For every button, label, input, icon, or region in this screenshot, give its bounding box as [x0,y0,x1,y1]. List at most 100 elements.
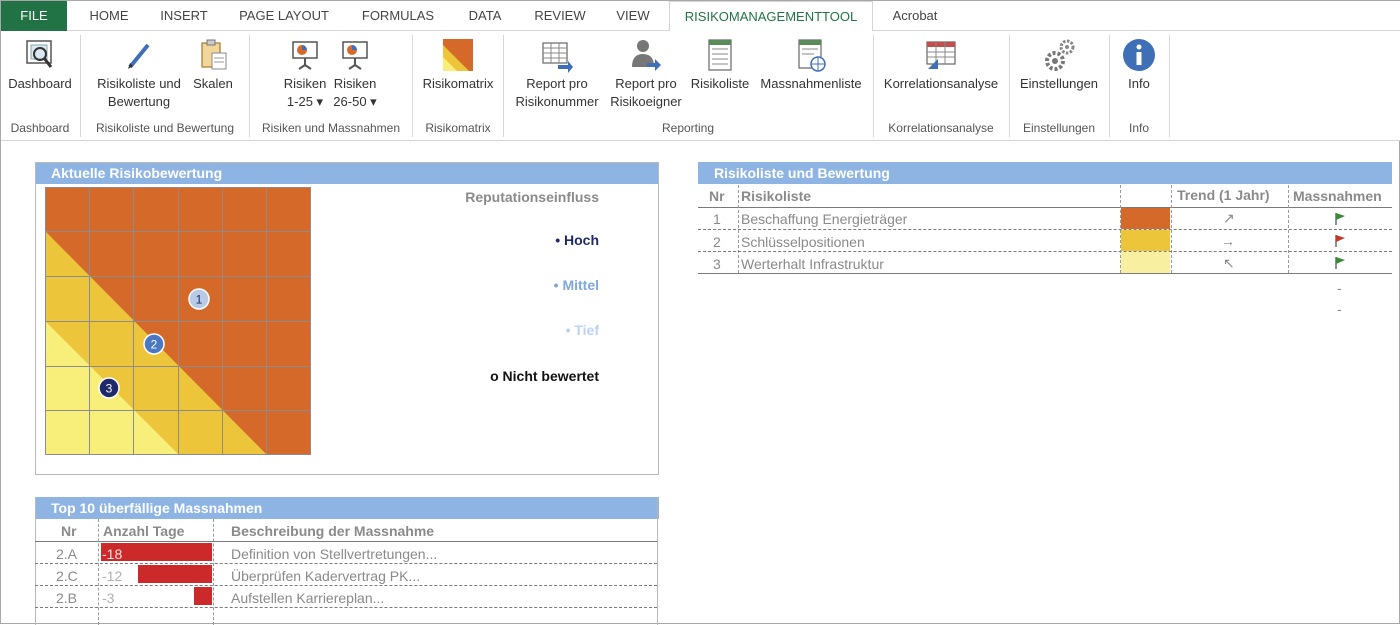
risk-marker-1-label: 1 [196,293,203,307]
overdue-row-2-nr: 2.C [56,568,78,584]
risiken-26-50-button[interactable]: Risiken 26-50 ▾ [329,37,381,111]
risikoliste-bewertung-label-2: Bewertung [107,94,171,109]
risk-row-1-trend-arrow: ↗ [1223,210,1235,226]
group-separator [1169,35,1170,137]
report-risikoeigner-button[interactable]: Report pro Risikoeigner [605,37,687,111]
row-divider [35,585,657,586]
report-risikonummer-label-1: Report pro [526,76,588,91]
risk-list-bottom-rule [698,273,1392,274]
risikoliste-bewertung-button[interactable]: Risikoliste und Bewertung [89,37,189,111]
overdue-header-rule [35,541,657,542]
risk-marker-2[interactable]: 2 [143,333,165,355]
tab-risikomanagementtool[interactable]: RISIKOMANAGEMENTTOOL [669,1,873,32]
einstellungen-label: Einstellungen [1019,76,1099,91]
risk-row-2-name[interactable]: Schlüsselpositionen [741,234,865,250]
globe-document-icon [798,39,826,72]
overdue-row-1-desc[interactable]: Definition von Stellvertretungen... [231,546,437,562]
risk-row-1-rating-cell [1121,208,1170,229]
risk-marker-1[interactable]: 1 [188,288,210,310]
group-label-dashboard: Dashboard [10,121,70,135]
group-separator [412,35,413,137]
legend-nicht-bewertet: o Nicht bewertet [490,368,599,384]
risikoliste-bewertung-label-1: Risikoliste und [97,76,181,91]
tab-view[interactable]: VIEW [605,1,661,31]
overdue-panel-right-border [657,497,658,625]
tab-home[interactable]: HOME [77,1,141,31]
korrelationsanalyse-button[interactable]: Korrelationsanalyse [877,37,1005,93]
risk-list-header-trend: Trend (1 Jahr) [1177,187,1270,203]
overdue-row-2-days: -12 [102,568,123,584]
row-divider [35,607,657,608]
risikoliste-button[interactable]: Risikoliste [687,37,753,93]
info-label: Info [1128,76,1150,91]
report-risikoeigner-label-2: Risikoeigner [610,94,682,109]
excel-window: FILE HOME INSERT PAGE LAYOUT FORMULAS DA… [0,0,1400,625]
risk-row-1-name[interactable]: Beschaffung Energieträger [741,211,907,227]
column-divider [213,519,214,625]
overdue-row-3-days: -3 [102,590,115,606]
legend-title: Reputationseinfluss [465,189,599,205]
group-separator [873,35,874,137]
risiken-1-25-button[interactable]: Risiken 1-25 ▾ [279,37,331,111]
risk-row-2-rating-cell [1121,230,1170,251]
pencil-icon [128,43,150,69]
report-risikoeigner-label-1: Report pro [615,76,677,91]
column-divider [98,519,99,625]
skalen-button[interactable]: Skalen [187,37,239,93]
group-separator [503,35,504,137]
risk-list-header-nr: Nr [709,188,725,204]
overdue-row-3-desc[interactable]: Aufstellen Karriereplan... [231,590,384,606]
info-button[interactable]: Info [1115,37,1163,93]
risiken-1-25-label-1: Risiken [283,76,327,91]
overdue-row-2-bar [138,565,212,583]
legend-hoch: • Hoch [555,232,599,248]
risikomatrix-button[interactable]: Risikomatrix [417,37,499,93]
risk-matrix: 1 2 3 [45,187,311,455]
report-risikonummer-button[interactable]: Report pro Risikonummer [509,37,605,111]
row-divider [698,229,1392,230]
group-label-risikoliste: Risikoliste und Bewertung [95,121,235,135]
risk-row-2-trend-arrow: → [1221,233,1235,249]
person-arrow-icon [632,40,661,71]
presentation-chart-icon [292,41,318,70]
green-flag-icon [1335,213,1345,225]
gears-icon [1045,39,1075,71]
risk-marker-3[interactable]: 3 [98,377,120,399]
overdue-header-days: Anzahl Tage [103,523,185,539]
risk-marker-2-label: 2 [151,338,158,352]
dashboard-button[interactable]: Dashboard [3,37,77,93]
tab-insert[interactable]: INSERT [151,1,217,31]
group-separator [1109,35,1110,137]
overdue-panel-title: Top 10 überfällige Massnahmen [35,497,659,519]
risk-row-3-name[interactable]: Werterhalt Infrastruktur [741,256,884,272]
group-label-risikomatrix: Risikomatrix [425,121,491,135]
risk-row-1-nr: 1 [713,211,721,227]
legend-mittel: • Mittel [553,277,599,293]
red-flag-icon [1335,235,1345,247]
tab-data[interactable]: DATA [457,1,513,31]
overdue-row-1-nr: 2.A [56,546,78,562]
group-label-info: Info [1128,121,1149,135]
risk-row-2-nr: 2 [713,234,721,250]
risiken-26-50-label-1: Risiken [333,76,377,91]
extra-dash: - [1337,280,1342,296]
group-label-korrelation: Korrelationsanalyse [888,121,994,135]
presentation-chart-icon [342,41,368,70]
skalen-label: Skalen [193,76,233,91]
tab-review[interactable]: REVIEW [525,1,595,31]
tab-acrobat[interactable]: Acrobat [879,1,951,31]
risiken-1-25-label-2: 1-25 ▾ [286,94,324,109]
tab-file[interactable]: FILE [1,1,67,31]
massnahmenliste-button[interactable]: Massnahmenliste [753,37,869,93]
dashboard-button-label: Dashboard [8,76,72,91]
risk-list-header-massnahmen: Massnahmen [1293,188,1382,204]
list-document-icon [708,39,732,71]
group-separator [80,35,81,137]
tab-formulas[interactable]: FORMULAS [351,1,445,31]
tab-page-layout[interactable]: PAGE LAYOUT [229,1,339,31]
einstellungen-button[interactable]: Einstellungen [1013,37,1105,93]
overdue-row-1-days: -18 [102,546,123,562]
overdue-row-2-desc[interactable]: Überprüfen Kadervertrag PK... [231,568,420,584]
ribbon-body: Dashboard Risikoliste und Bewertung Skal… [1,31,1400,141]
risk-list-panel-title: Risikoliste und Bewertung [698,162,1392,184]
